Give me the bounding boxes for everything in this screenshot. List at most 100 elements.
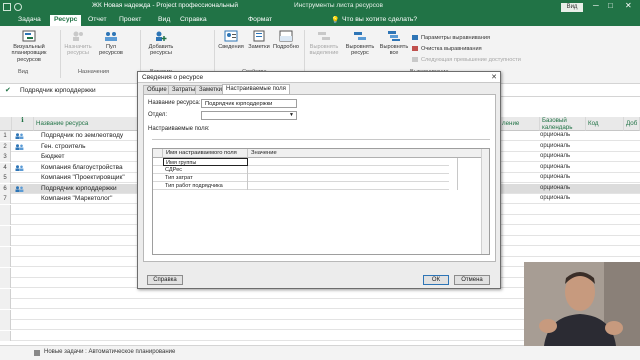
- level-all-icon: [388, 31, 400, 41]
- row-number[interactable]: 3: [0, 152, 11, 162]
- field-name-cell[interactable]: СДРес: [163, 166, 248, 174]
- planner-icon: [22, 30, 36, 42]
- row-number[interactable]: 4: [0, 162, 11, 173]
- column-header-leveling[interactable]: ление: [500, 117, 540, 131]
- next-overallocation-button[interactable]: Следующая превышение доступности: [412, 57, 521, 63]
- row-number[interactable]: 5: [0, 173, 11, 183]
- help-button[interactable]: Справка: [147, 275, 183, 285]
- level-all-button[interactable]: Выровнять все: [378, 30, 410, 57]
- header-corner: [0, 117, 12, 131]
- row-number[interactable]: 2: [0, 141, 11, 152]
- column-header-field-name[interactable]: Имя настраиваемого поля: [163, 149, 248, 158]
- clear-leveling-button[interactable]: Очистка выравнивания: [412, 46, 482, 52]
- field-value-cell[interactable]: [248, 174, 458, 182]
- tab-report[interactable]: Отчет: [88, 16, 107, 23]
- resource-name-cell[interactable]: Бюджет: [41, 153, 65, 160]
- assign-resources-button[interactable]: Назначить ресурсы: [63, 30, 93, 57]
- custom-fields-label: Настраиваемые поля:: [148, 126, 210, 132]
- notes-button[interactable]: Заметки: [247, 30, 271, 50]
- ok-button[interactable]: ОК: [423, 275, 449, 285]
- resource-name-cell[interactable]: Подрядчик юрподдержки: [41, 185, 117, 192]
- task-mode-icon: [34, 350, 40, 356]
- status-bar: Новые задачи : Автоматическое планирован…: [0, 345, 640, 360]
- details-button[interactable]: Подробно: [272, 30, 300, 50]
- department-select[interactable]: ▼: [201, 111, 297, 120]
- table-row[interactable]: СДРес: [153, 166, 458, 174]
- tab-resource[interactable]: Ресурс: [50, 15, 82, 26]
- custom-fields-panel: Название ресурса: Подрядчик юрподдержки …: [143, 94, 496, 262]
- accrual-cell[interactable]: орциональ: [540, 132, 570, 138]
- column-header-add[interactable]: Доб: [624, 117, 640, 131]
- add-resources-button[interactable]: Добавить ресурсы: [142, 30, 180, 57]
- department-label: Отдел:: [148, 112, 168, 118]
- group-label-view: Вид: [18, 69, 29, 75]
- undo-icon[interactable]: [14, 3, 22, 11]
- level-resource-button[interactable]: Выровнять ресурс: [344, 30, 376, 57]
- accrual-cell[interactable]: орциональ: [540, 164, 570, 170]
- column-header-code[interactable]: Код: [586, 117, 624, 131]
- accrual-cell[interactable]: орциональ: [540, 174, 570, 180]
- resource-pool-button[interactable]: Пул ресурсов: [97, 30, 125, 57]
- field-value-cell[interactable]: [248, 158, 458, 166]
- table-row[interactable]: Тип работ подрядчика: [153, 182, 458, 190]
- field-name-cell[interactable]: Тип затрат: [163, 174, 248, 182]
- custom-fields-table: Имя настраиваемого поля Значение Имя гру…: [152, 148, 490, 255]
- close-icon[interactable]: ✕: [625, 1, 632, 10]
- status-task-mode[interactable]: Новые задачи : Автоматическое планирован…: [44, 349, 175, 355]
- ribbon-tabs: Задача Ресурс Отчет Проект Вид Справка Ф…: [0, 14, 640, 26]
- table-row[interactable]: Тип затрат: [153, 174, 458, 182]
- row-number[interactable]: 7: [0, 194, 11, 204]
- tab-general[interactable]: Общие: [143, 85, 171, 94]
- restore-icon[interactable]: □: [608, 1, 613, 10]
- view-account-button[interactable]: Вид: [561, 3, 583, 12]
- resource-info-button[interactable]: Сведения: [216, 30, 246, 50]
- row-number: [0, 278, 11, 288]
- row-number: [0, 204, 11, 215]
- row-number[interactable]: 6: [0, 183, 11, 194]
- table-corner: [153, 149, 163, 158]
- resource-name-input[interactable]: Подрядчик юрподдержки: [201, 99, 297, 108]
- close-icon[interactable]: ✕: [491, 73, 497, 81]
- chevron-down-icon: ▼: [289, 112, 294, 118]
- minimize-icon[interactable]: ─: [593, 1, 599, 10]
- level-selection-button[interactable]: Выровнять выделение: [306, 30, 342, 57]
- assigned-people-icon: [15, 143, 24, 150]
- row-number: [0, 309, 11, 320]
- info-column-icon: ℹ: [12, 117, 34, 131]
- tab-task[interactable]: Задача: [18, 16, 41, 23]
- accrual-cell[interactable]: орциональ: [540, 153, 570, 159]
- resource-name-cell[interactable]: Компания благоустройства: [41, 164, 123, 171]
- table-row[interactable]: Имя группы: [153, 158, 458, 166]
- next-overallocation-icon: [412, 57, 418, 62]
- resource-name-cell[interactable]: Подрядчик по землеотводу: [41, 132, 123, 139]
- tell-me-input[interactable]: Что вы хотите сделать?: [342, 16, 417, 23]
- tab-help[interactable]: Справка: [180, 16, 207, 23]
- entry-field[interactable]: Подрядчик юрподдержки: [20, 87, 96, 94]
- table-scrollbar[interactable]: [481, 149, 489, 254]
- checkmark-icon[interactable]: ✔: [5, 86, 11, 94]
- tab-view[interactable]: Вид: [158, 16, 170, 23]
- field-value-cell[interactable]: [248, 182, 458, 190]
- accrual-cell[interactable]: орциональ: [540, 143, 570, 149]
- row-number[interactable]: 1: [0, 131, 11, 141]
- column-header-calendar[interactable]: Базовый календарь: [540, 117, 586, 131]
- presenter-image: [524, 262, 640, 346]
- row-number: [0, 215, 11, 225]
- accrual-cell[interactable]: орциональ: [540, 195, 570, 201]
- tab-format[interactable]: Формат: [248, 16, 272, 23]
- accrual-cell[interactable]: орциональ: [540, 185, 570, 191]
- field-value-cell[interactable]: [248, 166, 458, 174]
- column-header-value[interactable]: Значение: [248, 149, 483, 158]
- tab-project[interactable]: Проект: [119, 16, 141, 23]
- field-name-cell[interactable]: Имя группы: [163, 158, 248, 166]
- resource-name-cell[interactable]: Компания "Маркетолог": [41, 195, 112, 202]
- leveling-options-button[interactable]: Параметры выравнивания: [412, 35, 490, 41]
- resource-planner-button[interactable]: Визуальный планировщик ресурсов: [2, 30, 56, 63]
- cancel-button[interactable]: Отмена: [454, 275, 490, 285]
- save-icon[interactable]: [3, 3, 11, 11]
- field-name-cell[interactable]: Тип работ подрядчика: [163, 182, 248, 190]
- resource-name-cell[interactable]: Ген. строитель: [41, 143, 85, 150]
- leveling-options-icon: [412, 35, 418, 40]
- resource-name-cell[interactable]: Компания "Проектировщик": [41, 174, 125, 181]
- row-number: [0, 330, 11, 341]
